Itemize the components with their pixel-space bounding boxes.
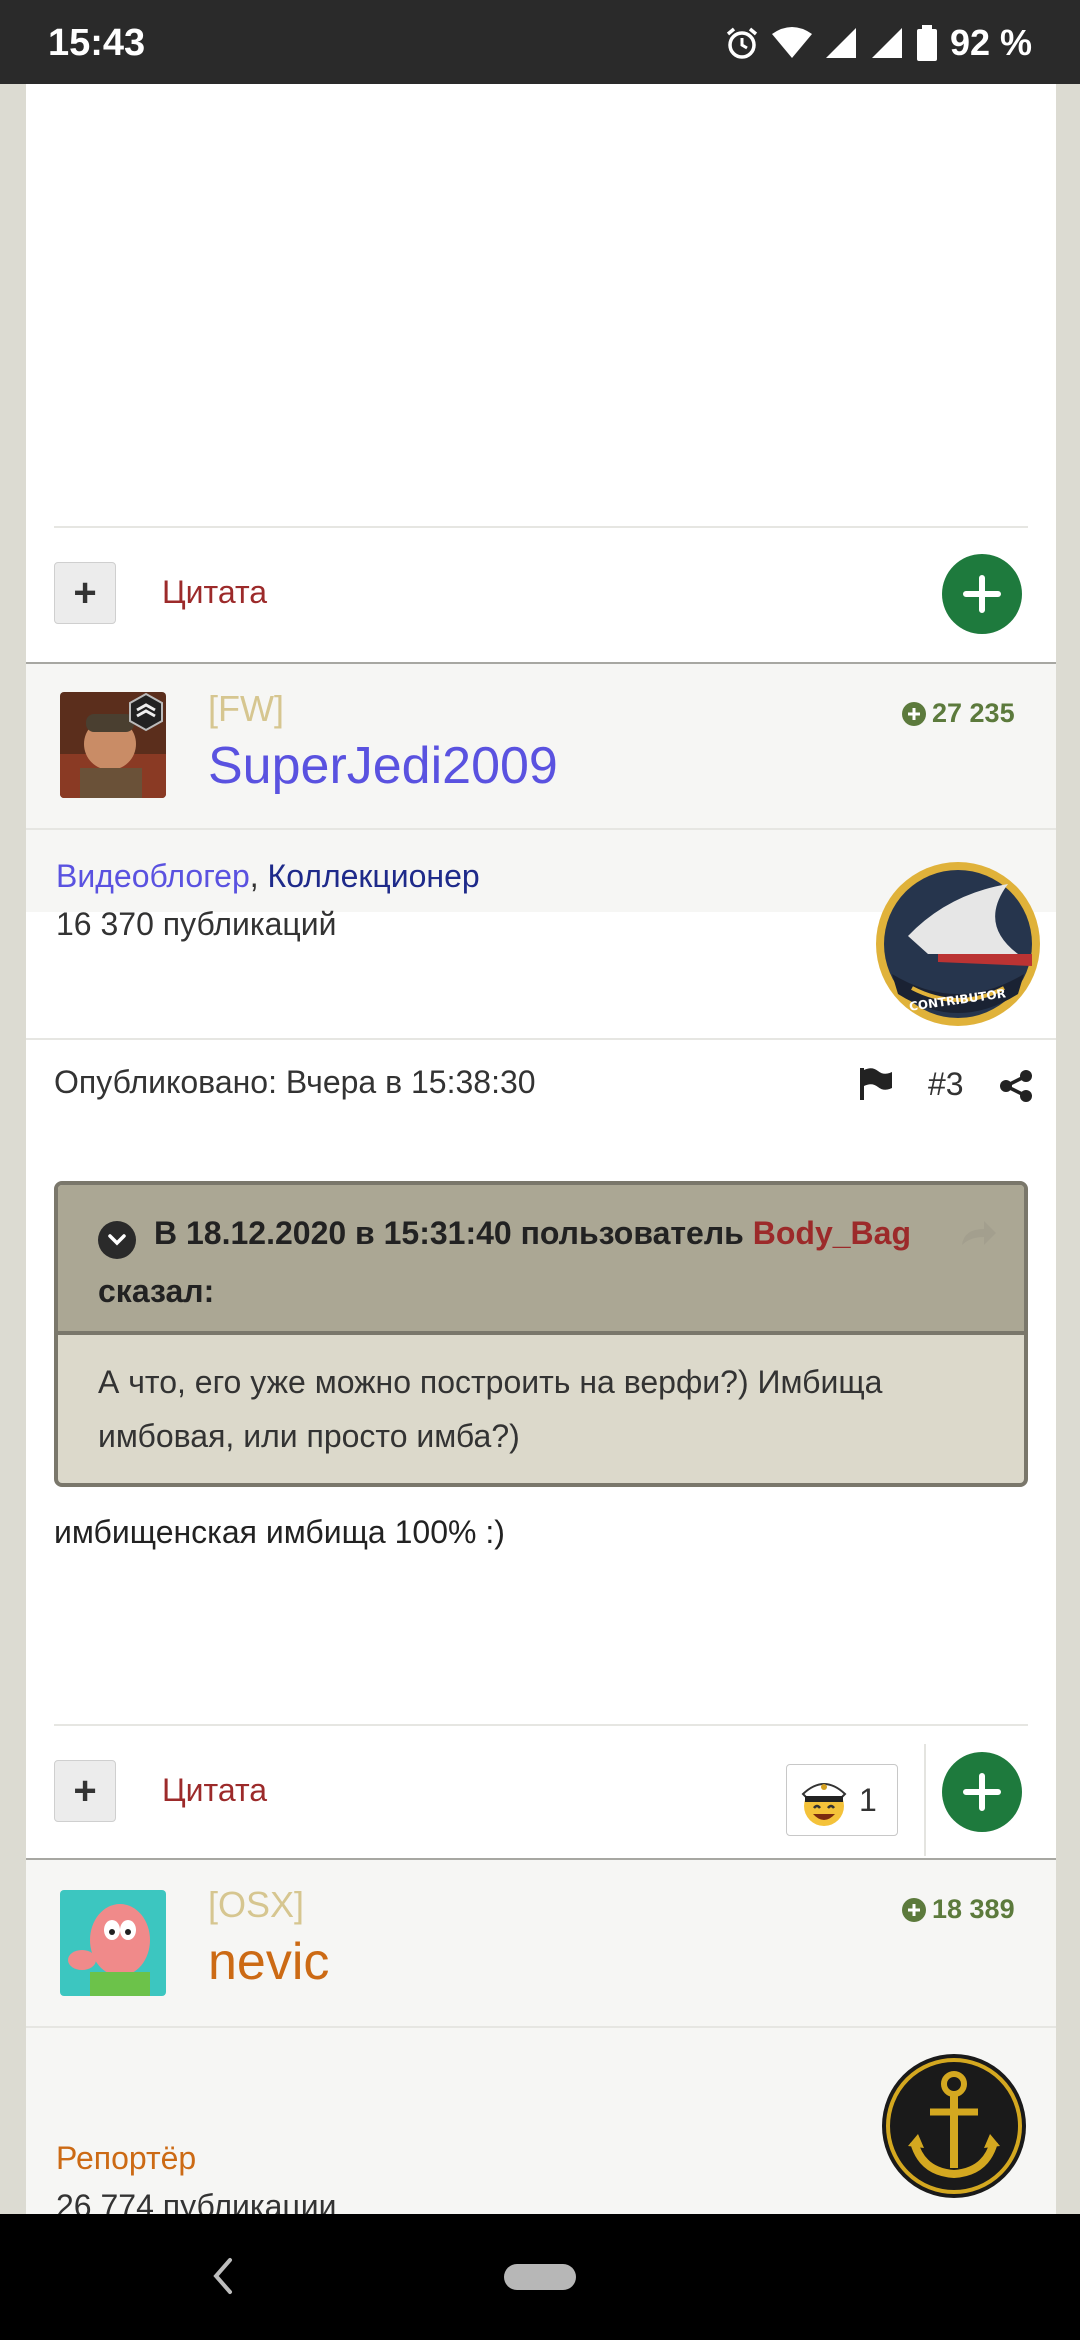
status-time: 15:43 xyxy=(48,22,146,64)
status-icons: 92 % xyxy=(724,22,1032,64)
wifi-icon xyxy=(771,27,812,58)
quote-header: В 18.12.2020 в 15:31:40 пользователь Bod… xyxy=(58,1185,1024,1335)
quote-block: В 18.12.2020 в 15:31:40 пользователь Bod… xyxy=(54,1181,1028,1487)
post-content: имбищенская имбища 100% :) xyxy=(54,1514,505,1550)
quote-link[interactable]: Цитата xyxy=(162,1772,267,1809)
plus-icon xyxy=(963,1773,1001,1811)
status-bar: 15:43 92 % xyxy=(0,0,1080,84)
user-roles: Видеоблогер, Коллекционер xyxy=(56,858,480,894)
alarm-icon xyxy=(726,27,758,59)
post-number[interactable]: #3 xyxy=(928,1066,964,1103)
quote-author-link[interactable]: Body_Bag xyxy=(753,1215,911,1251)
divider xyxy=(54,526,1028,528)
reputation: 18 389 xyxy=(902,1894,1015,1925)
quote-text: А что, его уже можно построить на верфи?… xyxy=(98,1364,883,1454)
quote-header-line: В 18.12.2020 в 15:31:40 пользователь Bod… xyxy=(154,1215,911,1251)
username[interactable]: SuperJedi2009 xyxy=(208,736,558,796)
battery-icon xyxy=(916,25,937,61)
reputation-value: 18 389 xyxy=(932,1894,1015,1924)
divider xyxy=(26,1038,1056,1040)
avatar[interactable] xyxy=(60,1890,166,1996)
reputation: 27 235 xyxy=(902,698,1015,729)
plus-circle-icon xyxy=(902,701,926,726)
role-collector[interactable]: Коллекционер xyxy=(268,858,480,894)
role-videoblogger[interactable]: Видеоблогер xyxy=(56,858,250,894)
signal-icon-2 xyxy=(871,28,902,58)
divider xyxy=(26,828,1056,830)
goto-quote-icon[interactable] xyxy=(958,1217,998,1249)
contributor-badge-icon: CONTRIBUTOR xyxy=(876,862,1040,1026)
clan-tag[interactable]: [FW] xyxy=(208,688,284,730)
quote-header-said: сказал: xyxy=(98,1273,215,1309)
battery-percent: 92 % xyxy=(949,22,1032,63)
divider xyxy=(54,1724,1028,1726)
publications-count: 26 774 публикации xyxy=(56,2188,337,2214)
plus-circle-icon xyxy=(902,1897,926,1922)
collapse-toggle[interactable] xyxy=(98,1221,136,1259)
role-reporter[interactable]: Репортёр xyxy=(56,2140,196,2177)
username[interactable]: nevic xyxy=(208,1932,329,1992)
quote-link[interactable]: Цитата xyxy=(162,574,267,611)
reaction-badge[interactable]: 1 xyxy=(786,1764,898,1836)
captain-emoji-icon xyxy=(801,1783,847,1826)
system-navigation-bar xyxy=(0,2214,1080,2340)
share-icon[interactable] xyxy=(998,1068,1034,1104)
forum-page: + Цитата [FW] SuperJedi2009 27 235 Видео… xyxy=(26,84,1056,2214)
signal-icon xyxy=(825,28,856,58)
rank-icon xyxy=(129,692,163,732)
chevron-down-icon xyxy=(108,1234,126,1246)
add-reaction-button[interactable] xyxy=(942,1752,1022,1832)
clan-tag[interactable]: [OSX] xyxy=(208,1884,304,1926)
reputation-value: 27 235 xyxy=(932,698,1015,728)
divider xyxy=(924,1744,926,1856)
home-pill[interactable] xyxy=(504,2264,576,2290)
back-icon[interactable] xyxy=(208,2254,236,2298)
publications-count: 16 370 публикаций xyxy=(56,906,337,942)
reaction-count: 1 xyxy=(859,1781,877,1818)
published-date: Опубликовано: Вчера в 15:38:30 xyxy=(54,1064,536,1100)
anchor-badge-icon xyxy=(882,2054,1026,2198)
multiquote-button[interactable]: + xyxy=(54,562,116,624)
divider xyxy=(26,2026,1056,2028)
plus-icon xyxy=(963,575,1001,613)
add-reaction-button[interactable] xyxy=(942,554,1022,634)
multiquote-button[interactable]: + xyxy=(54,1760,116,1822)
report-flag-icon[interactable] xyxy=(858,1066,894,1102)
